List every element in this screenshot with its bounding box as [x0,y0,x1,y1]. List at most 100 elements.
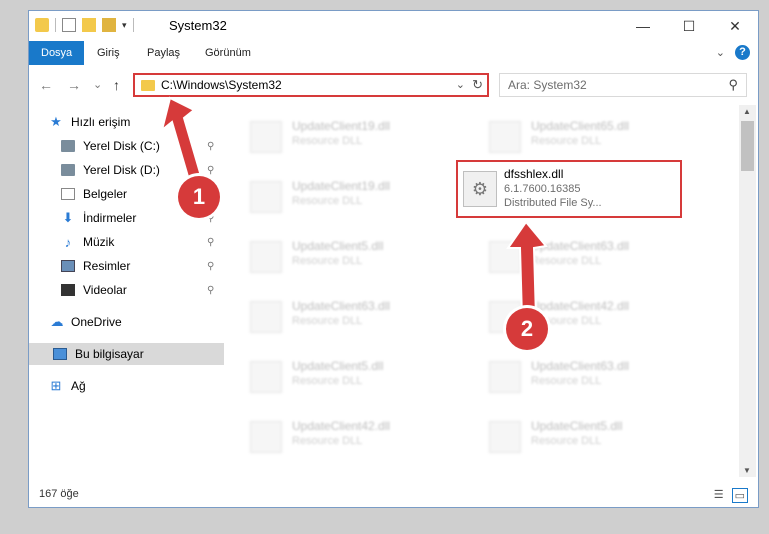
quick-access-toolbar: ▾ [35,18,134,32]
file-icon [489,121,521,153]
file-description: Resource DLL [292,255,363,267]
help-button[interactable]: ? [735,45,750,60]
address-dropdown-icon[interactable]: ⌄ [456,78,465,91]
tiles-view-icon[interactable]: ▭ [731,488,748,503]
music-icon: ♪ [64,234,72,250]
tab-dosya[interactable]: Dosya [29,41,85,65]
highlighted-file[interactable]: ⚙ dfsshlex.dll 6.1.7600.16385 Distribute… [456,160,682,218]
item-count: 167 öğe [39,488,79,500]
file-description: Resource DLL [292,435,363,447]
sidebar-item-label: OneDrive [71,315,122,329]
list-item[interactable]: UpdateClient42.dll Resource DLL [246,415,476,461]
sidebar-item-onedrive[interactable]: ☁ OneDrive [49,311,122,333]
list-item[interactable]: UpdateClient19.dll Resource DLL [246,115,476,161]
sidebar-item-label: Müzik [83,235,115,249]
list-item[interactable]: UpdateClient63.dll Resource DLL [246,295,476,341]
customize-icon[interactable] [102,18,116,32]
ribbon-right-controls: ⌄ ? [716,45,750,60]
drive-icon [61,164,75,176]
file-icon [489,421,521,453]
search-placeholder[interactable]: Ara: System32 [508,78,587,92]
film-icon [61,284,75,296]
sidebar-item-pictures[interactable]: Resimler ⚲ [61,255,221,277]
list-item[interactable]: UpdateClient5.dll Resource DLL [246,235,476,281]
sidebar-item-label: İndirmeler [83,211,137,225]
minimize-button[interactable]: — [620,11,666,41]
sidebar-item-label: Ağ [71,379,86,393]
folder-icon [35,18,49,32]
sidebar-item-network[interactable]: ⊞ Ağ [49,375,86,397]
file-description: Resource DLL [292,135,363,147]
download-icon: ⬇ [62,210,74,225]
sidebar-item-label: Bu bilgisayar [75,347,144,361]
file-description: Distributed File Sy... [504,197,602,209]
search-icon[interactable]: ⚲ [728,77,738,93]
title-bar: ▾ System32 — ☐ ✕ [29,11,758,41]
file-name: UpdateClient42.dll [292,419,391,433]
list-item[interactable]: UpdateClient5.dll Resource DLL [485,415,715,461]
list-item[interactable]: UpdateClient63.dll Resource DLL [485,355,715,401]
step-badge-2: 2 [506,308,548,350]
sidebar-item-label: Hızlı erişim [71,115,131,129]
file-name: UpdateClient5.dll [531,419,623,433]
list-item[interactable]: UpdateClient5.dll Resource DLL [246,355,476,401]
maximize-button[interactable]: ☐ [666,11,712,41]
file-name: UpdateClient19.dll [292,119,391,133]
pin-icon[interactable]: ⚲ [207,285,214,296]
tab-giris[interactable]: Giriş [97,41,120,65]
properties-icon[interactable] [62,18,76,32]
scroll-thumb[interactable] [741,121,754,171]
document-icon [61,188,75,200]
file-description: Resource DLL [292,315,363,327]
file-icon [489,361,521,393]
recent-locations-button[interactable]: ⌄ [93,78,102,91]
file-description: Resource DLL [292,195,363,207]
forward-button[interactable]: → [67,77,81,93]
file-name: UpdateClient63.dll [292,299,391,313]
chevron-down-icon[interactable]: ⌄ [716,46,725,59]
details-view-icon[interactable]: ☰ [714,488,724,503]
picture-icon [61,260,75,272]
tab-paylas[interactable]: Paylaş [147,41,180,65]
drive-icon [61,140,75,152]
up-button[interactable]: ↑ [113,77,120,93]
file-description: Resource DLL [531,135,602,147]
pin-icon[interactable]: ⚲ [207,237,214,248]
file-name: UpdateClient63.dll [531,359,630,373]
file-description: Resource DLL [292,375,363,387]
sidebar-item-this-pc[interactable]: Bu bilgisayar [29,343,224,365]
scroll-up-icon[interactable]: ▲ [743,107,751,116]
sidebar-item-videos[interactable]: Videolar ⚲ [61,279,221,301]
toolbar-divider [55,18,56,32]
file-icon [250,241,282,273]
pin-icon[interactable]: ⚲ [207,261,214,272]
file-version: 6.1.7600.16385 [504,183,581,195]
toolbar-divider [132,18,134,32]
back-button[interactable]: ← [39,77,53,93]
file-icon [250,301,282,333]
star-icon: ★ [50,114,62,129]
file-description: Resource DLL [531,375,602,387]
sidebar-item-quick-access[interactable]: ★ Hızlı erişim [49,111,130,133]
vertical-scrollbar[interactable]: ▲ ▼ [739,105,756,477]
close-button[interactable]: ✕ [712,11,758,41]
list-item[interactable]: UpdateClient65.dll Resource DLL [485,115,715,161]
explorer-window: ▾ System32 — ☐ ✕ Dosya Giriş Paylaş Görü… [28,10,759,508]
file-icon [250,181,282,213]
refresh-icon[interactable]: ↻ [472,77,483,93]
new-folder-icon[interactable] [82,18,96,32]
sidebar-item-label: Resimler [83,259,131,273]
tab-gorunum[interactable]: Görünüm [205,41,251,65]
window-title: System32 [169,18,227,33]
sidebar-item-music[interactable]: ♪ Müzik ⚲ [61,231,221,253]
file-name: dfsshlex.dll [504,167,564,181]
scroll-down-icon[interactable]: ▼ [743,466,751,475]
sidebar-item-label: Yerel Disk (D:) [83,163,160,177]
sidebar-item-label: Videolar [83,283,127,297]
file-name: UpdateClient65.dll [531,119,630,133]
qat-dropdown-icon[interactable]: ▾ [122,20,127,31]
network-icon: ⊞ [50,378,62,393]
list-item[interactable]: UpdateClient19.dll Resource DLL [246,175,476,221]
search-box[interactable]: Ara: System32 ⚲ [499,73,747,97]
file-name: UpdateClient5.dll [292,359,384,373]
